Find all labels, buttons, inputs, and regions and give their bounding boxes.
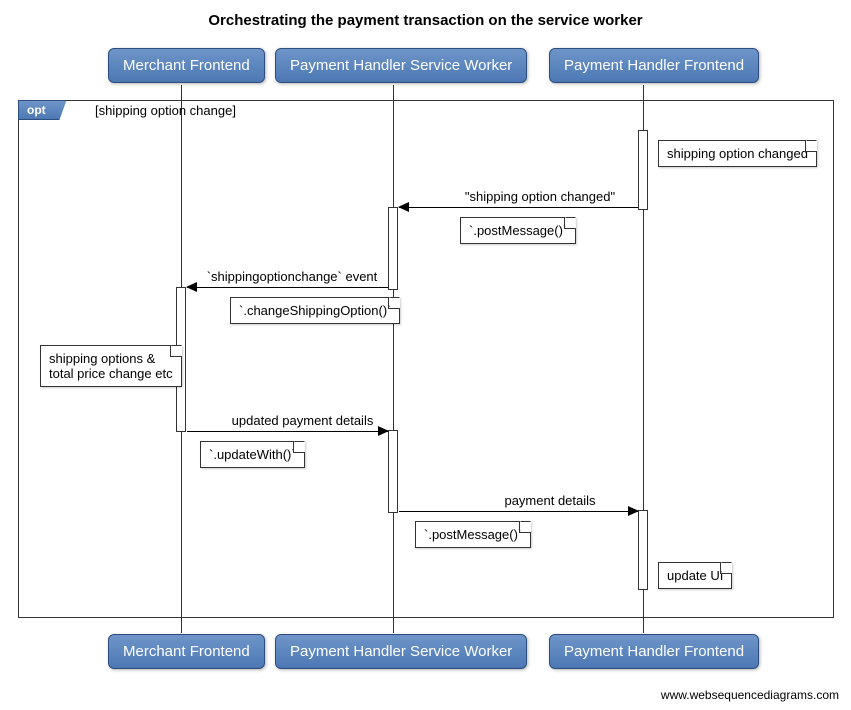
note-postmessage-1: `.postMessage()`	[460, 217, 576, 244]
msg-shipping-changed: "shipping option changed"	[440, 189, 640, 204]
opt-label: opt	[18, 100, 67, 120]
note-updatewith: `.updateWith()`	[200, 441, 305, 468]
note-postmessage-2: `.postMessage()`	[415, 521, 531, 548]
msg-updated-details: updated payment details	[215, 413, 390, 428]
arrow-msg2	[187, 287, 388, 288]
watermark: www.websequencediagrams.com	[661, 688, 839, 702]
participant-sw-bottom: Payment Handler Service Worker	[275, 634, 527, 669]
msg-shippingoptionchange: `shippingoptionchange` event	[192, 269, 392, 284]
diagram-title: Orchestrating the payment transaction on…	[0, 0, 851, 29]
note-shipping-changed: shipping option changed	[658, 140, 817, 167]
msg-payment-details: payment details	[460, 493, 640, 508]
arrow-msg3	[187, 431, 388, 432]
note-options-price: shipping options & total price change et…	[40, 345, 182, 387]
participant-frontend-top: Payment Handler Frontend	[549, 48, 759, 83]
arrow-msg4	[399, 511, 638, 512]
participant-frontend-bottom: Payment Handler Frontend	[549, 634, 759, 669]
participant-merchant-bottom: Merchant Frontend	[108, 634, 265, 669]
note-update-ui: update UI	[658, 562, 732, 589]
opt-condition: [shipping option change]	[95, 103, 236, 118]
participant-sw-top: Payment Handler Service Worker	[275, 48, 527, 83]
note-changeshipping: `.changeShippingOption()`	[230, 297, 400, 324]
participant-merchant-top: Merchant Frontend	[108, 48, 265, 83]
arrow-msg1	[399, 207, 638, 208]
